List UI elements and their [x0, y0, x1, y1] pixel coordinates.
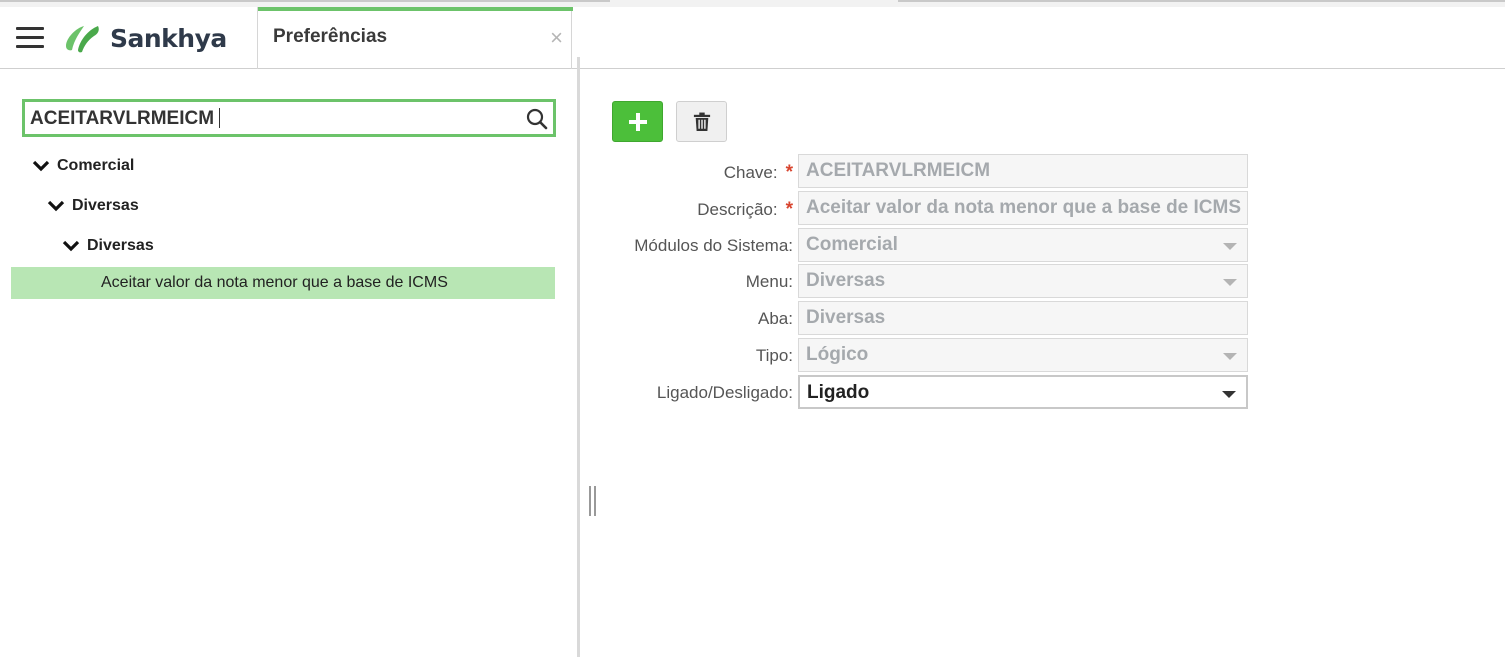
aba-field: Diversas: [798, 301, 1248, 335]
trash-icon: [693, 112, 710, 131]
descricao-label: Descrição: *: [697, 199, 793, 220]
modulos-value: Comercial: [806, 234, 898, 255]
sankhya-logo-icon: [66, 26, 99, 53]
tipo-value: Lógico: [806, 344, 869, 365]
text-caret: [219, 108, 221, 128]
app-logo: Sankhya: [62, 19, 227, 57]
tree-node-diversas[interactable]: Diversas: [47, 197, 139, 215]
tipo-select: Lógico: [798, 338, 1248, 372]
modulos-select: Comercial: [798, 228, 1248, 262]
search-value: ACEITARVLRMEICM: [30, 108, 221, 130]
required-marker: *: [785, 162, 793, 183]
required-marker: *: [785, 199, 793, 220]
chave-field: ACEITARVLRMEICM: [798, 154, 1248, 188]
add-button[interactable]: [612, 101, 663, 142]
dropdown-arrow-icon: [1222, 391, 1236, 398]
chevron-down-icon: [47, 200, 65, 212]
ligado-label: Ligado/Desligado:: [656, 383, 793, 402]
tree-node-diversas-sub[interactable]: Diversas: [62, 237, 154, 255]
tab-title: Preferências: [273, 26, 388, 47]
plus-icon: [628, 112, 647, 131]
close-icon[interactable]: ×: [550, 25, 563, 51]
strip-segment: [0, 0, 610, 2]
app-header: Sankhya Preferências ×: [0, 7, 1505, 69]
logo-text: Sankhya: [110, 23, 227, 53]
ligado-value: Ligado: [807, 382, 870, 403]
dropdown-arrow-icon: [1223, 243, 1237, 250]
browser-top-strip: [0, 0, 1505, 7]
tipo-label: Tipo:: [755, 346, 793, 365]
chevron-down-icon: [62, 240, 80, 252]
menu-label: Menu:: [745, 272, 793, 291]
tab-preferencias[interactable]: Preferências ×: [257, 7, 573, 69]
search-input[interactable]: ACEITARVLRMEICM: [22, 99, 556, 137]
delete-button[interactable]: [676, 101, 727, 142]
tree-node-label: Diversas: [87, 237, 154, 254]
tree-node-label: Diversas: [72, 197, 139, 214]
tree-node-comercial[interactable]: Comercial: [32, 157, 134, 175]
strip-segment: [898, 0, 1505, 2]
dropdown-arrow-icon: [1223, 353, 1237, 360]
tree-panel: ACEITARVLRMEICM Comercial Diversas Diver…: [0, 70, 578, 657]
chevron-down-icon: [32, 160, 50, 172]
tab-active-indicator: [258, 7, 573, 11]
ligado-select[interactable]: Ligado: [798, 375, 1248, 409]
modulos-label: Módulos do Sistema:: [634, 236, 793, 255]
aba-label: Aba:: [758, 309, 793, 328]
tree-node-label: Comercial: [57, 157, 135, 174]
splitter-handle[interactable]: [589, 486, 596, 516]
chave-label: Chave: *: [723, 162, 793, 183]
tree-leaf-selected[interactable]: Aceitar valor da nota menor que a base d…: [11, 267, 555, 299]
dropdown-arrow-icon: [1223, 279, 1237, 286]
menu-select: Diversas: [798, 264, 1248, 298]
descricao-field: Aceitar valor da nota menor que a base d…: [798, 191, 1248, 225]
panel-divider: [577, 57, 580, 657]
search-icon[interactable]: [526, 108, 548, 130]
hamburger-menu-icon[interactable]: [16, 27, 44, 49]
menu-value: Diversas: [806, 270, 886, 291]
